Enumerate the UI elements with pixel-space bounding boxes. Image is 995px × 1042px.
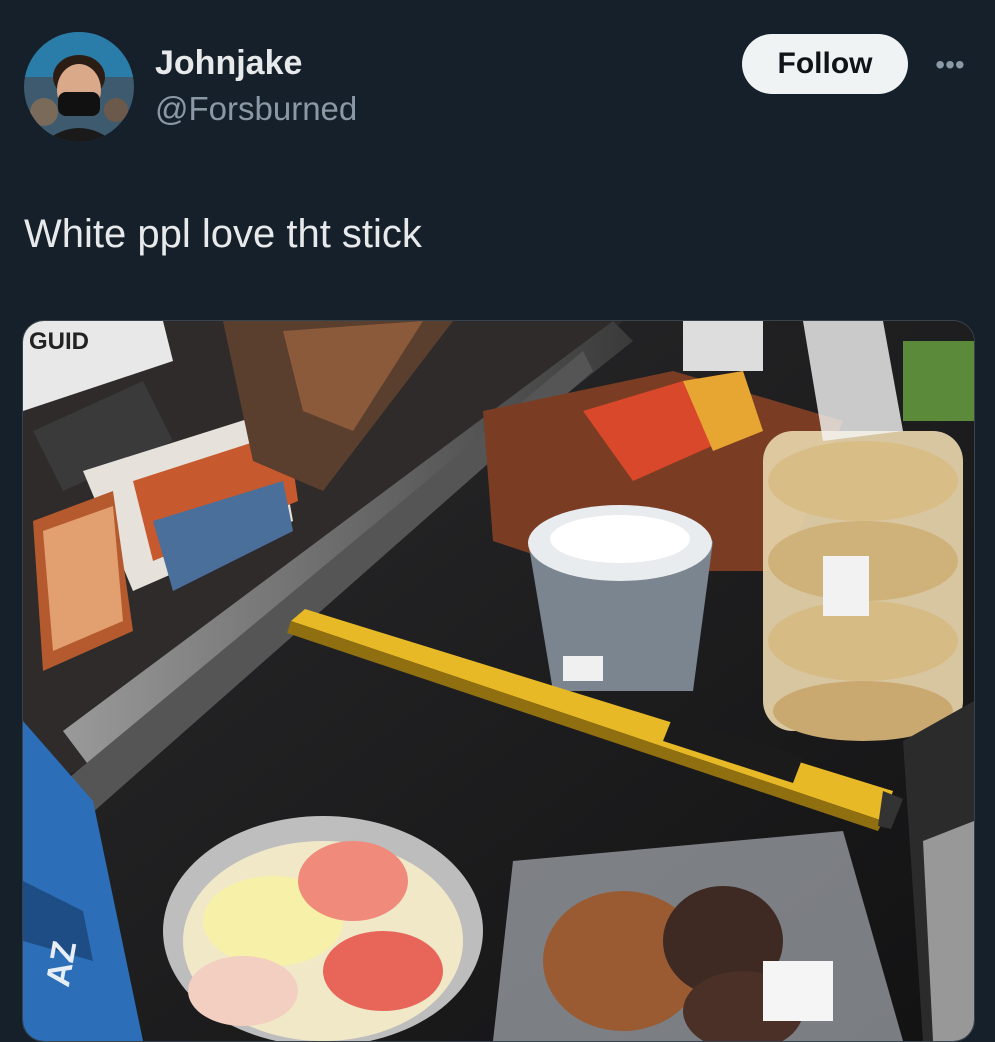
tweet-header: Johnjake @Forsburned Follow •••: [0, 0, 995, 160]
avatar[interactable]: [24, 32, 134, 142]
more-horizontal-icon[interactable]: •••: [928, 50, 972, 80]
tweet-text: White ppl love tht stick: [24, 212, 422, 256]
tweet-media-photo[interactable]: GUID AZ: [22, 320, 975, 1042]
author-display-name[interactable]: Johnjake: [155, 44, 302, 83]
checkout-counter-photo: GUID AZ: [23, 321, 974, 1041]
follow-button[interactable]: Follow: [742, 34, 908, 94]
carton-label: AZ: [39, 938, 84, 989]
author-handle[interactable]: @Forsburned: [155, 90, 357, 128]
magazine-label: GUID: [29, 328, 89, 355]
avatar-image: [24, 32, 134, 142]
